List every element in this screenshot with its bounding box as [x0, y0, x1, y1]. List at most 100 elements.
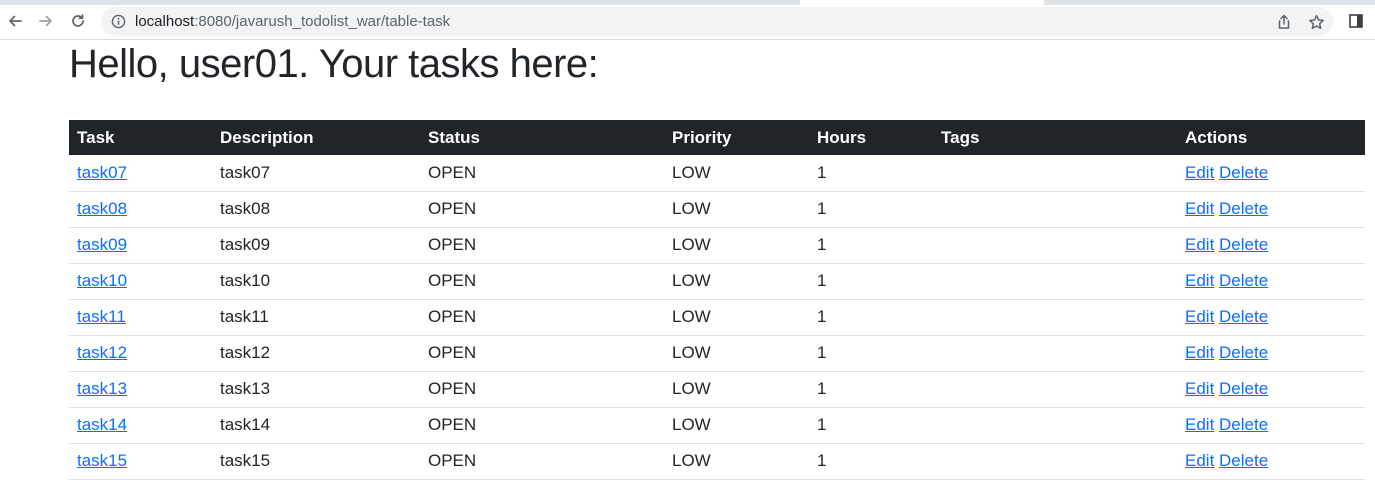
- table-row: task11 task11 OPEN LOW 1 Edit Delete: [69, 299, 1365, 336]
- actions-cell: Edit Delete: [1177, 299, 1365, 336]
- url-host: localhost: [135, 13, 195, 30]
- tags-cell: [933, 371, 1177, 408]
- tags-cell: [933, 227, 1177, 264]
- task-link[interactable]: task11: [77, 307, 126, 326]
- actions-cell: Edit Delete: [1177, 371, 1365, 408]
- edit-link[interactable]: Edit: [1185, 379, 1214, 398]
- header-task: Task: [69, 120, 212, 155]
- forward-arrow-icon[interactable]: [33, 8, 59, 34]
- actions-cell: Edit Delete: [1177, 155, 1365, 192]
- task-link[interactable]: task15: [77, 451, 127, 470]
- task-cell: task12: [69, 335, 212, 372]
- task-cell: task08: [69, 191, 212, 228]
- actions-cell: Edit Delete: [1177, 335, 1365, 372]
- tags-cell: [933, 335, 1177, 372]
- address-bar[interactable]: localhost:8080/javarush_todolist_war/tab…: [101, 7, 1333, 36]
- edit-link[interactable]: Edit: [1185, 199, 1214, 218]
- edit-link[interactable]: Edit: [1185, 343, 1214, 362]
- header-priority: Priority: [664, 120, 809, 155]
- share-icon[interactable]: [1273, 11, 1295, 33]
- task-cell: task09: [69, 227, 212, 264]
- side-panel-icon[interactable]: [1343, 8, 1369, 34]
- description-cell: task15: [212, 443, 420, 480]
- edit-link[interactable]: Edit: [1185, 415, 1214, 434]
- delete-link[interactable]: Delete: [1219, 379, 1268, 398]
- task-link[interactable]: task13: [77, 379, 127, 398]
- delete-link[interactable]: Delete: [1219, 343, 1268, 362]
- delete-link[interactable]: Delete: [1219, 235, 1268, 254]
- header-status: Status: [420, 120, 664, 155]
- priority-cell: LOW: [664, 155, 809, 192]
- status-cell: OPEN: [420, 443, 664, 480]
- description-cell: task13: [212, 371, 420, 408]
- header-hours: Hours: [809, 120, 933, 155]
- table-row: task12 task12 OPEN LOW 1 Edit Delete: [69, 335, 1365, 372]
- description-cell: task10: [212, 263, 420, 300]
- tags-cell: [933, 407, 1177, 444]
- hours-cell: 1: [809, 371, 933, 408]
- tags-cell: [933, 443, 1177, 480]
- delete-link[interactable]: Delete: [1219, 163, 1268, 182]
- hours-cell: 1: [809, 407, 933, 444]
- browser-toolbar: localhost:8080/javarush_todolist_war/tab…: [0, 5, 1375, 40]
- actions-cell: Edit Delete: [1177, 263, 1365, 300]
- star-icon[interactable]: [1305, 11, 1327, 33]
- task-link[interactable]: task10: [77, 271, 127, 290]
- table-row: task08 task08 OPEN LOW 1 Edit Delete: [69, 191, 1365, 228]
- task-link[interactable]: task09: [77, 235, 127, 254]
- edit-link[interactable]: Edit: [1185, 163, 1214, 182]
- hours-cell: 1: [809, 299, 933, 336]
- task-link[interactable]: task14: [77, 415, 127, 434]
- hours-cell: 1: [809, 227, 933, 264]
- status-cell: OPEN: [420, 227, 664, 264]
- description-cell: task11: [212, 299, 420, 336]
- hours-cell: 1: [809, 335, 933, 372]
- edit-link[interactable]: Edit: [1185, 307, 1214, 326]
- table-header: Task Description Status Priority Hours T…: [69, 120, 1365, 155]
- priority-cell: LOW: [664, 371, 809, 408]
- table-row: task09 task09 OPEN LOW 1 Edit Delete: [69, 227, 1365, 264]
- priority-cell: LOW: [664, 335, 809, 372]
- task-link[interactable]: task08: [77, 199, 127, 218]
- priority-cell: LOW: [664, 407, 809, 444]
- reload-icon[interactable]: [65, 8, 91, 34]
- priority-cell: LOW: [664, 191, 809, 228]
- hours-cell: 1: [809, 443, 933, 480]
- task-cell: task15: [69, 443, 212, 480]
- task-link[interactable]: task07: [77, 163, 127, 182]
- delete-link[interactable]: Delete: [1219, 199, 1268, 218]
- hours-cell: 1: [809, 263, 933, 300]
- url-text[interactable]: localhost:8080/javarush_todolist_war/tab…: [135, 13, 450, 30]
- tags-cell: [933, 191, 1177, 228]
- edit-link[interactable]: Edit: [1185, 451, 1214, 470]
- edit-link[interactable]: Edit: [1185, 235, 1214, 254]
- task-link[interactable]: task12: [77, 343, 127, 362]
- table-row: task15 task15 OPEN LOW 1 Edit Delete: [69, 443, 1365, 480]
- table-row: task14 task14 OPEN LOW 1 Edit Delete: [69, 407, 1365, 444]
- delete-link[interactable]: Delete: [1219, 415, 1268, 434]
- description-cell: task08: [212, 191, 420, 228]
- description-cell: task12: [212, 335, 420, 372]
- task-cell: task13: [69, 371, 212, 408]
- back-arrow-icon[interactable]: [2, 8, 28, 34]
- status-cell: OPEN: [420, 371, 664, 408]
- info-icon[interactable]: [111, 14, 126, 29]
- actions-cell: Edit Delete: [1177, 407, 1365, 444]
- hours-cell: 1: [809, 155, 933, 192]
- delete-link[interactable]: Delete: [1219, 451, 1268, 470]
- page-title: Hello, user01. Your tasks here:: [69, 42, 599, 86]
- status-cell: OPEN: [420, 263, 664, 300]
- delete-link[interactable]: Delete: [1219, 307, 1268, 326]
- header-description: Description: [212, 120, 420, 155]
- task-cell: task11: [69, 299, 212, 336]
- priority-cell: LOW: [664, 443, 809, 480]
- edit-link[interactable]: Edit: [1185, 271, 1214, 290]
- table-row: task13 task13 OPEN LOW 1 Edit Delete: [69, 371, 1365, 408]
- actions-cell: Edit Delete: [1177, 191, 1365, 228]
- priority-cell: LOW: [664, 299, 809, 336]
- delete-link[interactable]: Delete: [1219, 271, 1268, 290]
- description-cell: task09: [212, 227, 420, 264]
- table-body: task07 task07 OPEN LOW 1 Edit Delete task08 tas…: [69, 155, 1365, 480]
- priority-cell: LOW: [664, 227, 809, 264]
- description-cell: task07: [212, 155, 420, 192]
